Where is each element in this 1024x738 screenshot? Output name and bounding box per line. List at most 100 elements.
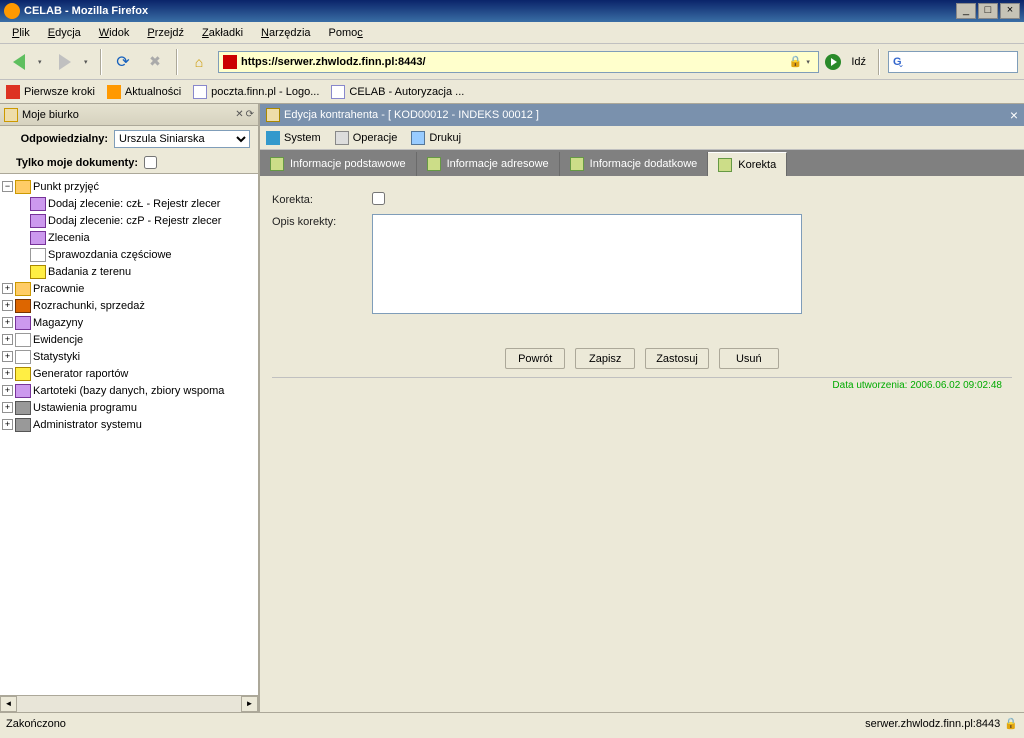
tree-node-pracownie[interactable]: Pracownie: [33, 283, 84, 295]
minimize-button[interactable]: _: [956, 3, 976, 19]
opis-label: Opis korekty:: [272, 214, 372, 228]
bookmark-label: Pierwsze kroki: [24, 86, 95, 98]
button-row: Powrót Zapisz Zastosuj Usuń: [272, 348, 1012, 378]
tree-expand[interactable]: +: [2, 368, 13, 379]
tab-korekta[interactable]: Korekta: [708, 152, 787, 176]
forward-button[interactable]: [52, 49, 78, 75]
report-icon: [15, 367, 31, 381]
sheet-icon: [30, 248, 46, 262]
bookmark-news[interactable]: Aktualności: [107, 85, 181, 99]
bookmark-first-steps[interactable]: Pierwsze kroki: [6, 85, 95, 99]
stop-button[interactable]: ✖: [142, 49, 168, 75]
admin-icon: [15, 418, 31, 432]
opis-textarea[interactable]: [372, 214, 802, 314]
korekta-checkbox[interactable]: [372, 192, 385, 205]
back-button[interactable]: Powrót: [505, 348, 565, 369]
separator: [878, 49, 880, 75]
tree-expand[interactable]: +: [2, 317, 13, 328]
menu-view[interactable]: Widok: [91, 25, 138, 41]
tree-node-dodaj-czp[interactable]: Dodaj zlecenie: czP - Rejestr zlecer: [48, 215, 221, 227]
url-dropdown[interactable]: ▾: [806, 58, 814, 66]
person-icon: [266, 131, 280, 145]
folder-icon: [15, 282, 31, 296]
bookmark-label: CELAB - Autoryzacja ...: [349, 86, 464, 98]
scroll-track[interactable]: [17, 696, 241, 712]
status-text: Zakończono: [6, 718, 865, 730]
tree-node-ewidencje[interactable]: Ewidencje: [33, 334, 83, 346]
only-mine-checkbox[interactable]: [144, 156, 157, 169]
toolbar-print[interactable]: Drukuj: [411, 131, 461, 145]
tree-expand[interactable]: +: [2, 385, 13, 396]
panel-action-refresh[interactable]: ⟳: [246, 109, 254, 120]
tree-expand[interactable]: +: [2, 351, 13, 362]
toolbar-label: Drukuj: [429, 132, 461, 144]
toolbar-operations[interactable]: Operacje: [335, 131, 398, 145]
user-icon: [270, 157, 284, 171]
tree-node-ustawienia[interactable]: Ustawienia programu: [33, 402, 137, 414]
scroll-right-button[interactable]: ►: [241, 696, 258, 712]
address-bar[interactable]: 🔒 ▾: [218, 51, 819, 73]
tree-node-rozrachunki[interactable]: Rozrachunki, sprzedaż: [33, 300, 145, 312]
menu-bookmarks[interactable]: Zakładki: [194, 25, 251, 41]
arrow-left-icon: [13, 54, 25, 70]
bookmark-icon: [6, 85, 20, 99]
menu-tools[interactable]: Narzędzia: [253, 25, 319, 41]
scroll-left-button[interactable]: ◄: [0, 696, 17, 712]
bookmark-mail[interactable]: poczta.finn.pl - Logo...: [193, 85, 319, 99]
tree-node-sprawozdania[interactable]: Sprawozdania częściowe: [48, 249, 172, 261]
tab-additional-info[interactable]: Informacje dodatkowe: [560, 152, 709, 176]
tab-address-info[interactable]: Informacje adresowe: [417, 152, 560, 176]
nav-toolbar: ▾ ▾ ⟳ ✖ ⌂ 🔒 ▾ Idź G ⌄: [0, 44, 1024, 80]
apply-button[interactable]: Zastosuj: [645, 348, 709, 369]
tree-node-admin[interactable]: Administrator systemu: [33, 419, 142, 431]
home-button[interactable]: ⌂: [186, 49, 212, 75]
window-titlebar: CELAB - Mozilla Firefox _ □ ×: [0, 0, 1024, 22]
tree-expand[interactable]: +: [2, 283, 13, 294]
toolbar-label: Operacje: [353, 132, 398, 144]
page-icon: [331, 85, 345, 99]
folder-icon: [15, 180, 31, 194]
tree-node-generator[interactable]: Generator raportów: [33, 368, 128, 380]
stats-icon: [15, 350, 31, 364]
url-input[interactable]: [241, 56, 785, 68]
delete-button[interactable]: Usuń: [719, 348, 779, 369]
lock-icon: 🔒: [789, 55, 803, 68]
menu-help[interactable]: Pomoc: [321, 25, 371, 41]
lock-icon: 🔒: [1004, 717, 1018, 730]
tree-node-badania[interactable]: Badania z terenu: [48, 266, 131, 278]
bookmark-celab[interactable]: CELAB - Autoryzacja ...: [331, 85, 464, 99]
panel-action-collapse[interactable]: ✕: [235, 109, 243, 120]
bookmarks-toolbar: Pierwsze kroki Aktualności poczta.finn.p…: [0, 80, 1024, 104]
tree-node-kartoteki[interactable]: Kartoteki (bazy danych, zbiory wspoma: [33, 385, 224, 397]
tree-node-punkt[interactable]: Punkt przyjęć: [33, 181, 99, 193]
menu-go[interactable]: Przejdź: [139, 25, 192, 41]
tree-node-dodaj-czl[interactable]: Dodaj zlecenie: czŁ - Rejestr zlecer: [48, 198, 220, 210]
tree-expand[interactable]: +: [2, 334, 13, 345]
tree-expand[interactable]: −: [2, 181, 13, 192]
close-button[interactable]: ×: [1000, 3, 1020, 19]
menu-file[interactable]: Plik: [4, 25, 38, 41]
search-bar[interactable]: G ⌄: [888, 51, 1018, 73]
back-button[interactable]: [6, 49, 32, 75]
tree-node-statystyki[interactable]: Statystyki: [33, 351, 80, 363]
go-button[interactable]: [825, 54, 841, 70]
tree-node-magazyny[interactable]: Magazyny: [33, 317, 83, 329]
tree-expand[interactable]: +: [2, 419, 13, 430]
menu-edit[interactable]: Edycja: [40, 25, 89, 41]
page-icon: [193, 85, 207, 99]
back-dropdown[interactable]: ▾: [38, 58, 46, 66]
tab-basic-info[interactable]: Informacje podstawowe: [260, 152, 417, 176]
forward-dropdown[interactable]: ▾: [84, 58, 92, 66]
tree-node-zlecenia[interactable]: Zlecenia: [48, 232, 90, 244]
save-button[interactable]: Zapisz: [575, 348, 635, 369]
content-close-button[interactable]: ×: [1010, 107, 1018, 123]
toolbar-system[interactable]: System: [266, 131, 321, 145]
left-panel-header: Moje biurko ✕ ⟳: [0, 104, 258, 126]
tree-expand[interactable]: +: [2, 300, 13, 311]
tree-expand[interactable]: +: [2, 402, 13, 413]
responsible-select[interactable]: Urszula Siniarska: [114, 130, 250, 148]
tree-hscrollbar[interactable]: ◄ ►: [0, 695, 258, 712]
restore-button[interactable]: □: [978, 3, 998, 19]
reload-button[interactable]: ⟳: [110, 49, 136, 75]
box-icon: [15, 316, 31, 330]
